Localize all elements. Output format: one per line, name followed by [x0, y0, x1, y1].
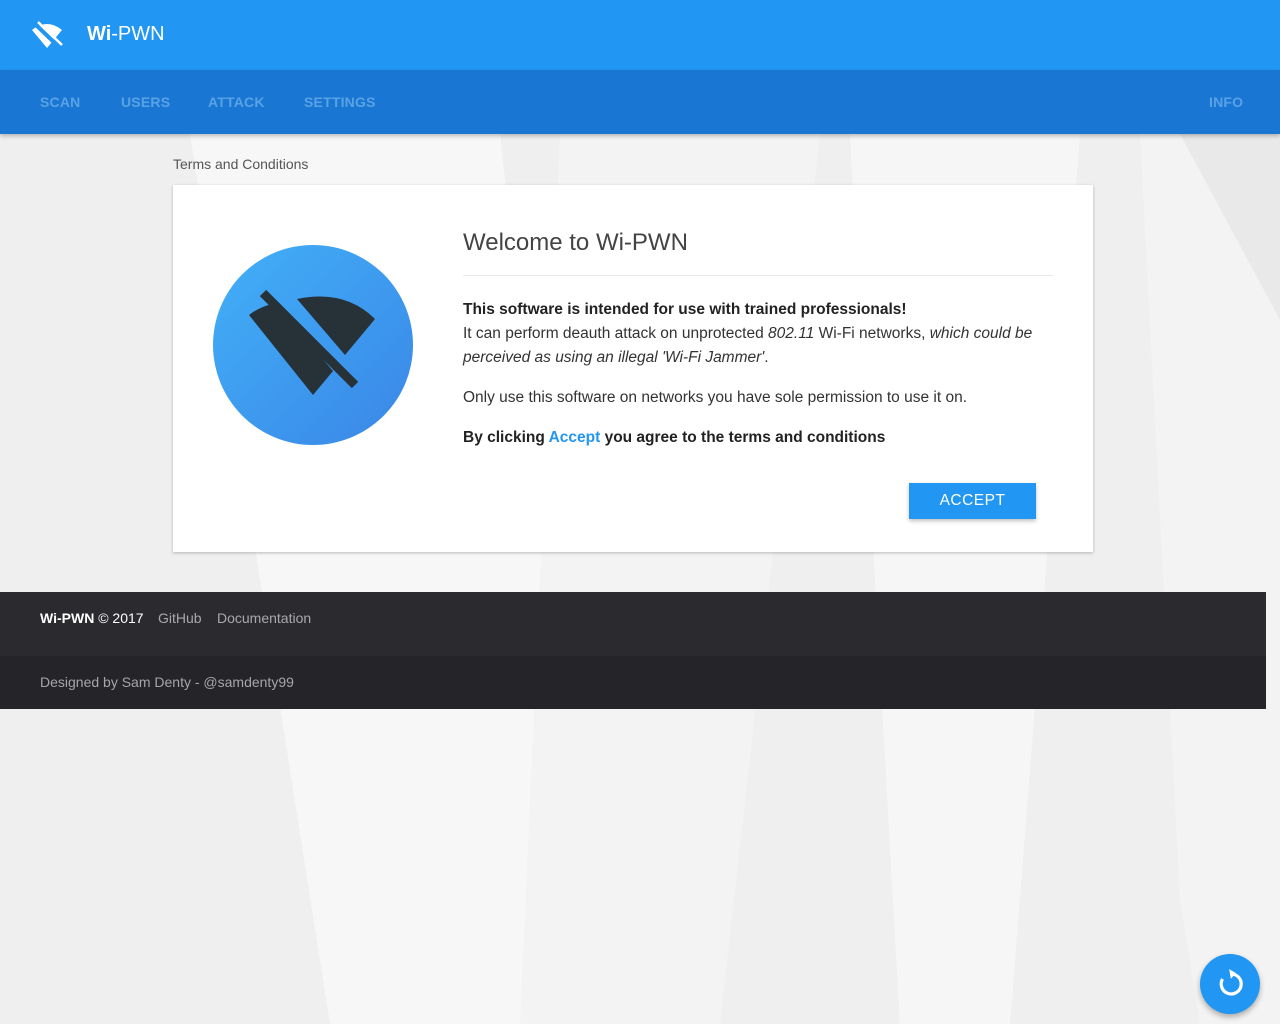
footer-brand: Wi-PWN © 2017: [40, 610, 144, 626]
app-title[interactable]: Wi-PWN: [87, 23, 165, 46]
wifi-off-icon: [32, 21, 63, 50]
github-link[interactable]: GitHub: [158, 610, 202, 626]
wifi-off-icon: [213, 245, 413, 445]
main-nav: SCAN USERS ATTACK SETTINGS INFO: [0, 70, 1280, 134]
terms-card: Welcome to Wi-PWN This software is inten…: [173, 185, 1093, 552]
warning-text: This software is intended for use with t…: [463, 301, 1033, 366]
sub-footer: Designed by Sam Denty - @samdenty99: [0, 656, 1266, 709]
tab-info[interactable]: INFO: [1209, 94, 1243, 110]
tab-scan[interactable]: SCAN: [40, 94, 80, 110]
app-header: Wi-PWN: [0, 0, 1280, 70]
permission-text: Only use this software on networks you h…: [463, 389, 967, 406]
tab-attack[interactable]: ATTACK: [208, 94, 265, 110]
refresh-icon: [1219, 969, 1243, 996]
agreement-text: By clicking Accept you agree to the term…: [463, 429, 886, 446]
accept-button[interactable]: ACCEPT: [909, 483, 1036, 519]
divider: [463, 275, 1053, 276]
terms-content: Welcome to Wi-PWN This software is inten…: [463, 229, 1053, 450]
refresh-button[interactable]: [1200, 954, 1260, 1014]
designer-credit: Designed by Sam Denty - @samdenty99: [40, 674, 294, 690]
footer: Wi-PWN © 2017 GitHub Documentation: [0, 592, 1266, 656]
accept-link[interactable]: Accept: [549, 429, 601, 446]
section-title: Terms and Conditions: [173, 156, 309, 172]
welcome-heading: Welcome to Wi-PWN: [463, 229, 688, 256]
documentation-link[interactable]: Documentation: [217, 610, 311, 626]
tab-settings[interactable]: SETTINGS: [304, 94, 376, 110]
tab-users[interactable]: USERS: [121, 94, 170, 110]
